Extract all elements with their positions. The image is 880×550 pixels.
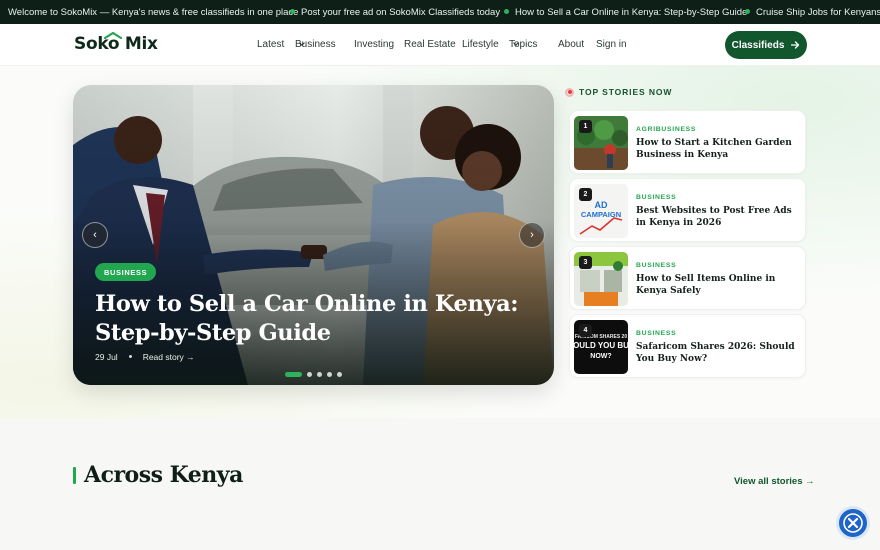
site-header: Soko Mix Latest Business Investing Real …: [0, 24, 880, 66]
logo-roof-icon: [104, 32, 122, 39]
top-story-card[interactable]: 3 BUSINESS How to Sell Items Online in K…: [569, 246, 806, 310]
nav-sign-in[interactable]: Sign in: [596, 39, 627, 50]
slider-dot[interactable]: [327, 372, 332, 377]
slider-dot[interactable]: [337, 372, 342, 377]
bullet-icon: [290, 9, 295, 14]
svg-text:NOW?: NOW?: [590, 353, 611, 360]
hero-date: 29 Jul: [95, 352, 118, 362]
separator-icon: [128, 355, 132, 358]
slider-dot[interactable]: [285, 372, 302, 377]
nav-investing[interactable]: Investing: [354, 39, 394, 50]
hero-category-badge[interactable]: BUSINESS: [95, 263, 157, 281]
view-all-stories-link[interactable]: View all stories →: [734, 476, 815, 487]
story-rank: 4: [579, 324, 592, 337]
top-story-card[interactable]: FARICOM SHARES 20 OULD YOU BU NOW? 4 BUS…: [569, 314, 806, 378]
hero-title[interactable]: How to Sell a Car Online in Kenya: Step-…: [95, 290, 535, 348]
story-title[interactable]: How to Sell Items Online in Kenya Safely: [636, 274, 802, 297]
section-title: Across Kenya: [84, 462, 243, 488]
story-rank: 2: [579, 188, 592, 201]
live-dot-icon: [565, 87, 574, 97]
chevron-left-icon: ‹: [93, 229, 97, 241]
bullet-icon: [745, 9, 750, 14]
nav-lifestyle[interactable]: Lifestyle: [462, 39, 499, 50]
bullet-icon: [504, 9, 509, 14]
story-title[interactable]: How to Start a Kitchen Garden Business i…: [636, 138, 802, 161]
nav-latest[interactable]: Latest: [257, 39, 284, 50]
story-category[interactable]: BUSINESS: [636, 330, 676, 337]
section-accent-bar: [73, 467, 76, 484]
top-story-card[interactable]: 1 AGRIBUSINESS How to Start a Kitchen Ga…: [569, 110, 806, 174]
ticker-item[interactable]: Welcome to SokoMix — Kenya's news & free…: [8, 7, 298, 18]
story-category[interactable]: BUSINESS: [636, 194, 676, 201]
slider-dot[interactable]: [317, 372, 322, 377]
ticker-item[interactable]: How to Sell a Car Online in Kenya: Step-…: [504, 7, 747, 18]
slider-dots: [285, 372, 342, 377]
accessibility-button[interactable]: [836, 506, 870, 540]
nav-about[interactable]: About: [558, 39, 584, 50]
story-rank: 1: [579, 120, 592, 133]
svg-text:AD: AD: [595, 200, 608, 210]
story-title[interactable]: Best Websites to Post Free Ads in Kenya …: [636, 206, 802, 229]
hero-meta: 29 Jul Read story →: [95, 352, 195, 362]
slider-dot[interactable]: [307, 372, 312, 377]
nav-real-estate[interactable]: Real Estate: [404, 39, 456, 50]
arrow-right-icon: [791, 41, 800, 49]
story-category[interactable]: BUSINESS: [636, 262, 676, 269]
nav-business[interactable]: Business: [295, 39, 336, 50]
site-logo[interactable]: Soko Mix: [74, 32, 158, 54]
chevron-right-icon: ›: [530, 229, 534, 241]
classifieds-button[interactable]: Classifieds: [725, 31, 807, 59]
story-rank: 3: [579, 256, 592, 269]
top-stories-heading: TOP STORIES NOW: [565, 87, 672, 97]
accessibility-icon: [843, 513, 863, 533]
story-title[interactable]: Safaricom Shares 2026: Should You Buy No…: [636, 342, 802, 365]
nav-topics[interactable]: Topics: [509, 39, 537, 50]
ticker-item[interactable]: Post your free ad on SokoMix Classifieds…: [290, 7, 500, 18]
story-category[interactable]: AGRIBUSINESS: [636, 126, 696, 133]
news-ticker: Welcome to SokoMix — Kenya's news & free…: [0, 0, 880, 24]
hero-slider[interactable]: ‹ › BUSINESS How to Sell a Car Online in…: [73, 85, 554, 385]
svg-text:OULD YOU BU: OULD YOU BU: [574, 341, 628, 350]
slider-next-button[interactable]: ›: [519, 222, 545, 248]
top-story-card[interactable]: AD CAMPAIGN 2 BUSINESS Best Websites to …: [569, 178, 806, 242]
read-story-link[interactable]: Read story →: [143, 352, 195, 362]
ticker-item[interactable]: Cruise Ship Jobs for Kenyans: Sala: [745, 7, 880, 18]
slider-prev-button[interactable]: ‹: [82, 222, 108, 248]
